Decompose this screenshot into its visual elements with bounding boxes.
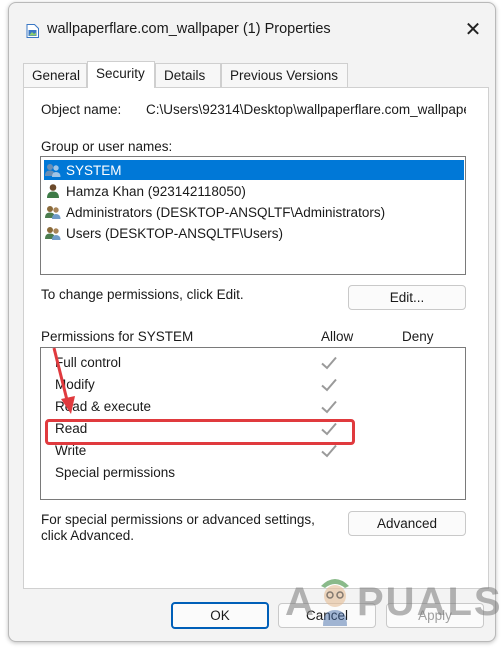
permission-name: Read & execute xyxy=(55,399,152,414)
permission-row: Special permissions xyxy=(55,463,455,483)
permission-name: Write xyxy=(55,443,87,458)
users-group-icon xyxy=(45,164,61,177)
users-group-icon xyxy=(45,227,61,240)
check-icon xyxy=(321,444,337,458)
tab-general[interactable]: General xyxy=(23,63,87,87)
advanced-text-line2: click Advanced. xyxy=(41,528,135,543)
permissions-label: Permissions for SYSTEM xyxy=(41,329,194,344)
permission-row: Modify xyxy=(55,375,455,395)
permission-name: Read xyxy=(55,421,88,436)
permissions-list: Full control Modify Read & execute Read … xyxy=(40,347,466,500)
permission-name: Modify xyxy=(55,377,95,392)
cancel-button[interactable]: Cancel xyxy=(278,603,376,628)
check-icon xyxy=(321,422,337,436)
user-name: Administrators (DESKTOP-ANSQLTF\Administ… xyxy=(66,204,386,220)
change-permissions-text: To change permissions, click Edit. xyxy=(41,287,244,302)
user-name: SYSTEM xyxy=(66,162,122,178)
check-icon xyxy=(321,356,337,370)
permission-name: Full control xyxy=(55,355,122,370)
tab-security[interactable]: Security xyxy=(87,61,155,88)
image-file-icon xyxy=(26,24,39,38)
user-item-system[interactable]: SYSTEM xyxy=(44,160,464,180)
permission-row-read: Read xyxy=(55,419,455,439)
window-title: wallpaperflare.com_wallpaper (1) Propert… xyxy=(47,21,331,37)
user-name: Users (DESKTOP-ANSQLTF\Users) xyxy=(66,225,284,241)
allow-header: Allow xyxy=(321,329,354,344)
permission-row: Full control xyxy=(55,353,455,373)
permission-name: Special permissions xyxy=(55,465,176,480)
user-list[interactable]: SYSTEM Hamza Khan (923142118050) Adminis… xyxy=(40,156,466,275)
advanced-text-line1: For special permissions or advanced sett… xyxy=(41,512,315,527)
deny-header: Deny xyxy=(402,329,434,344)
user-item-hamza[interactable]: Hamza Khan (923142118050) xyxy=(44,181,464,201)
check-icon xyxy=(321,378,337,392)
tab-details[interactable]: Details xyxy=(155,63,221,87)
tab-previous-versions[interactable]: Previous Versions xyxy=(221,63,348,87)
edit-button[interactable]: Edit... xyxy=(348,285,466,310)
advanced-button[interactable]: Advanced xyxy=(348,511,466,536)
apply-button[interactable]: Apply xyxy=(386,603,484,628)
users-group-icon xyxy=(45,206,61,219)
permission-row: Read & execute xyxy=(55,397,455,417)
permission-row: Write xyxy=(55,441,455,461)
title-bar[interactable]: wallpaperflare.com_wallpaper (1) Propert… xyxy=(9,3,495,55)
security-panel: Object name: C:\Users\92314\Desktop\wall… xyxy=(23,87,489,589)
check-icon xyxy=(321,400,337,414)
object-name-value: C:\Users\92314\Desktop\wallpaperflare.co… xyxy=(146,102,466,117)
ok-button[interactable]: OK xyxy=(171,602,269,629)
user-item-users[interactable]: Users (DESKTOP-ANSQLTF\Users) xyxy=(44,223,464,243)
object-name-label: Object name: xyxy=(41,102,122,117)
user-name: Hamza Khan (923142118050) xyxy=(66,183,246,199)
group-label: Group or user names: xyxy=(41,139,173,154)
user-item-administrators[interactable]: Administrators (DESKTOP-ANSQLTF\Administ… xyxy=(44,202,464,222)
user-icon xyxy=(47,184,59,198)
properties-dialog: wallpaperflare.com_wallpaper (1) Propert… xyxy=(8,2,496,642)
close-icon: ✕ xyxy=(464,18,482,41)
close-button[interactable]: ✕ xyxy=(451,7,495,51)
